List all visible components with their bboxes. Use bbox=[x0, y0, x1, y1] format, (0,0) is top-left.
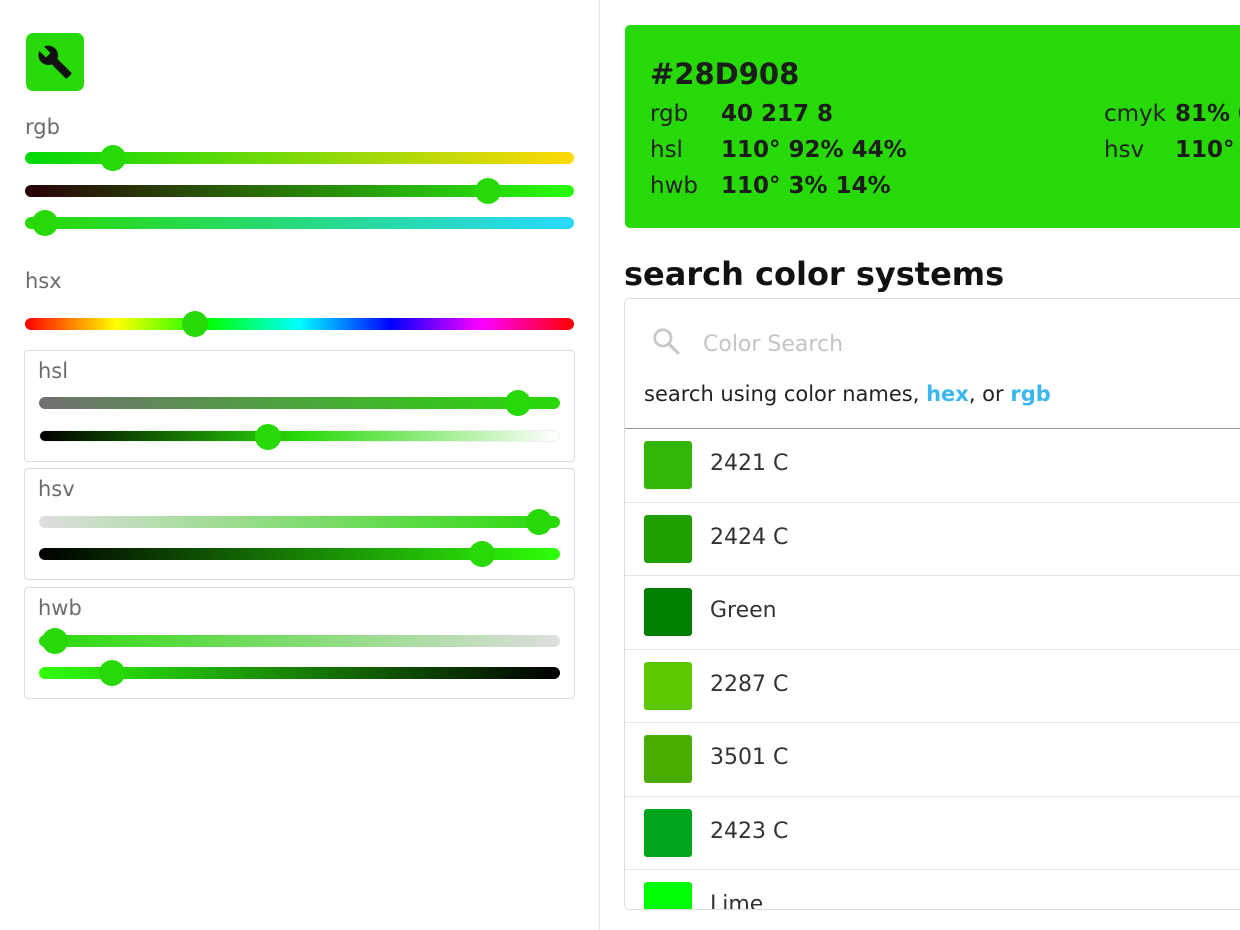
hsl-saturation-slider[interactable] bbox=[39, 390, 560, 416]
tools-button[interactable] bbox=[26, 33, 84, 91]
hsv-row: hsv 110° 9 bbox=[1104, 137, 1240, 163]
hsl-panel: hsl bbox=[24, 350, 575, 462]
green-slider[interactable] bbox=[25, 178, 574, 204]
result-name: 2423 C bbox=[710, 818, 789, 844]
result-swatch bbox=[644, 441, 692, 489]
hsl-section-label: hsl bbox=[38, 359, 69, 383]
hwb-key: hwb bbox=[650, 173, 698, 199]
cmyk-key: cmyk bbox=[1104, 101, 1166, 127]
result-name: 3501 C bbox=[710, 745, 789, 770]
hsv-section-label: hsv bbox=[38, 477, 75, 501]
hwb-whiteness-thumb[interactable] bbox=[41, 628, 68, 654]
hsv-value-slider[interactable] bbox=[39, 541, 560, 567]
result-name: Lime bbox=[710, 892, 764, 910]
hsl-value[interactable]: 110° 92% 44% bbox=[721, 137, 907, 163]
search-icon bbox=[653, 328, 680, 355]
result-swatch bbox=[644, 808, 692, 857]
result-item[interactable]: 2421 C bbox=[625, 429, 1240, 503]
result-swatch bbox=[644, 514, 692, 563]
hsx-section-label: hsx bbox=[25, 269, 62, 293]
hint-prefix: search using color names, bbox=[644, 382, 927, 406]
results-list: 2421 C 2424 C Green 2287 C 3501 C 2423 C bbox=[625, 429, 1240, 910]
hwb-value[interactable]: 110° 3% 14% bbox=[721, 173, 891, 199]
hsv-value[interactable]: 110° 9 bbox=[1175, 137, 1240, 163]
hint-mid: , or bbox=[968, 382, 1011, 406]
search-title: search color systems bbox=[624, 255, 1005, 293]
hwb-blackness-thumb[interactable] bbox=[98, 660, 125, 686]
red-slider-thumb[interactable] bbox=[99, 145, 126, 171]
blue-slider[interactable] bbox=[25, 210, 574, 236]
search-input-row bbox=[625, 299, 1240, 387]
info-panel: #28D908 rgb 40 217 8 hsl 110° 92% 44% hwb 1… bbox=[600, 0, 1240, 930]
current-color-card: #28D908 rgb 40 217 8 hsl 110° 92% 44% hwb 1… bbox=[625, 25, 1240, 228]
hsl-row: hsl 110° 92% 44% bbox=[650, 137, 907, 163]
search-input[interactable] bbox=[703, 324, 1203, 364]
result-item[interactable]: 3501 C bbox=[625, 723, 1240, 797]
hwb-panel: hwb bbox=[24, 587, 575, 699]
result-name: 2424 C bbox=[710, 524, 789, 550]
rgb-value[interactable]: 40 217 8 bbox=[721, 101, 833, 127]
rgb-section-label: rgb bbox=[25, 115, 60, 139]
red-slider[interactable] bbox=[25, 145, 574, 171]
hsl-key: hsl bbox=[650, 137, 683, 163]
hwb-whiteness-slider[interactable] bbox=[39, 628, 560, 654]
hsv-key: hsv bbox=[1104, 137, 1145, 163]
result-name: Green bbox=[710, 598, 777, 623]
result-swatch bbox=[644, 661, 692, 710]
search-hint: search using color names, hex, or rgb bbox=[644, 382, 1051, 406]
result-item[interactable]: 2424 C bbox=[625, 503, 1240, 576]
hue-slider-thumb[interactable] bbox=[181, 311, 208, 337]
result-item[interactable]: 2423 C bbox=[625, 797, 1240, 870]
rgb-key: rgb bbox=[650, 101, 689, 127]
hsl-saturation-thumb[interactable] bbox=[505, 390, 532, 416]
hsl-lightness-thumb[interactable] bbox=[255, 424, 282, 450]
hsl-lightness-slider[interactable] bbox=[39, 424, 560, 450]
hwb-row: hwb 110° 3% 14% bbox=[650, 173, 891, 199]
wrench-icon bbox=[38, 45, 72, 79]
cmyk-row: cmyk 81% 0 bbox=[1104, 101, 1240, 127]
hsv-saturation-thumb[interactable] bbox=[526, 509, 553, 535]
cmyk-value[interactable]: 81% 0 bbox=[1175, 101, 1240, 127]
green-slider-thumb[interactable] bbox=[474, 178, 501, 204]
result-item[interactable]: Green bbox=[625, 576, 1240, 650]
result-name: 2287 C bbox=[710, 671, 789, 697]
search-box: search using color names, hex, or rgb 24… bbox=[624, 298, 1240, 910]
hue-slider[interactable] bbox=[25, 311, 574, 337]
hex-value[interactable]: #28D908 bbox=[650, 57, 799, 91]
blue-slider-thumb[interactable] bbox=[32, 210, 59, 236]
result-swatch bbox=[644, 882, 692, 909]
result-swatch bbox=[644, 588, 692, 636]
hint-rgb: rgb bbox=[1010, 382, 1051, 406]
result-item[interactable]: Lime bbox=[625, 870, 1240, 910]
hsv-panel: hsv bbox=[24, 468, 575, 580]
hint-hex: hex bbox=[926, 382, 969, 406]
result-swatch bbox=[644, 735, 692, 783]
result-item[interactable]: 2287 C bbox=[625, 650, 1240, 723]
result-name: 2421 C bbox=[710, 451, 789, 476]
controls-panel: rgb hsx hsl hsv hwb bbox=[0, 0, 600, 930]
hsv-saturation-slider[interactable] bbox=[39, 509, 560, 535]
rgb-row: rgb 40 217 8 bbox=[650, 101, 833, 127]
hsv-value-thumb[interactable] bbox=[468, 541, 495, 567]
hwb-section-label: hwb bbox=[38, 596, 82, 620]
hwb-blackness-slider[interactable] bbox=[39, 660, 560, 686]
